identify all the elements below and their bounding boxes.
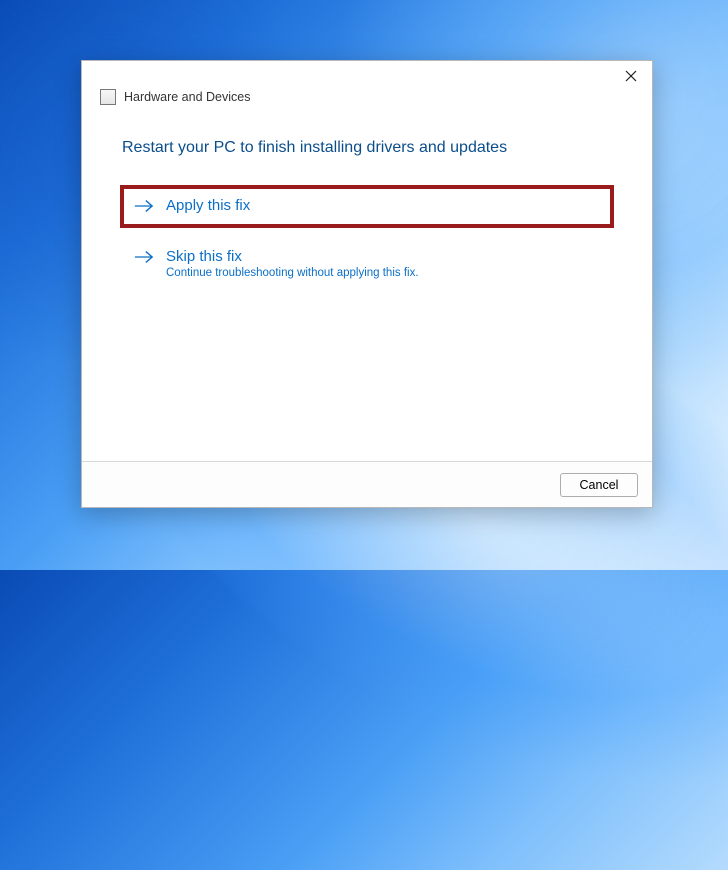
close-button[interactable] xyxy=(616,64,646,88)
dialog-footer: Cancel xyxy=(82,461,652,507)
troubleshooter-icon xyxy=(100,89,116,105)
page-heading: Restart your PC to finish installing dri… xyxy=(122,139,612,157)
dialog-title: Hardware and Devices xyxy=(124,90,250,104)
cancel-button[interactable]: Cancel xyxy=(560,473,638,497)
apply-fix-label: Apply this fix xyxy=(166,197,250,214)
arrow-right-icon xyxy=(134,249,154,265)
troubleshooter-dialog: Hardware and Devices Restart your PC to … xyxy=(81,60,653,508)
close-icon xyxy=(625,70,637,82)
dialog-content: Restart your PC to finish installing dri… xyxy=(82,109,652,461)
skip-fix-option[interactable]: Skip this fix Continue troubleshooting w… xyxy=(122,238,612,291)
titlebar xyxy=(82,61,652,91)
skip-fix-label: Skip this fix xyxy=(166,248,242,265)
dialog-header: Hardware and Devices xyxy=(82,89,652,109)
arrow-right-icon xyxy=(134,198,154,214)
skip-fix-subtitle: Continue troubleshooting without applyin… xyxy=(166,267,600,279)
apply-fix-option[interactable]: Apply this fix xyxy=(122,187,612,226)
